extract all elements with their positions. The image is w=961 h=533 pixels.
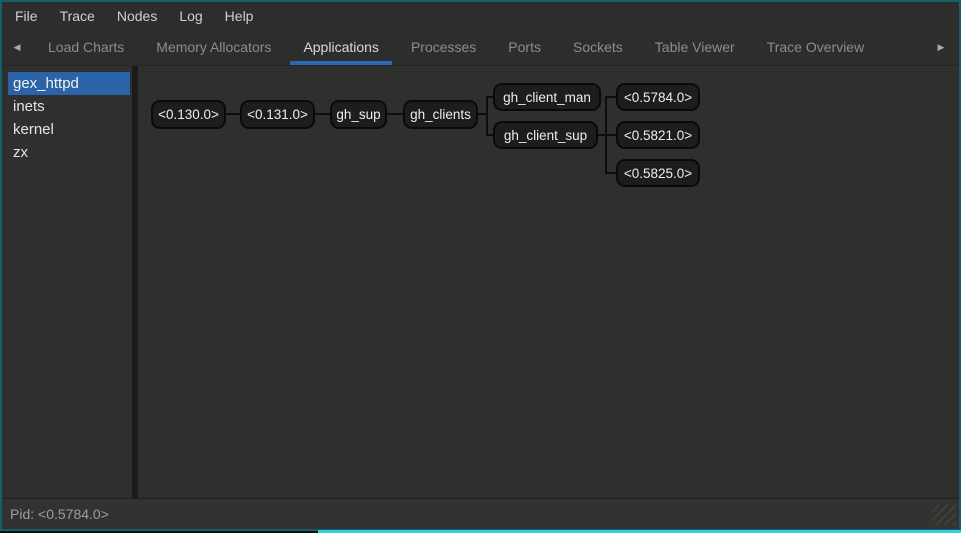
tab-memory-allocators[interactable]: Memory Allocators [140, 29, 287, 65]
tab-bar: ◀ Load Charts Memory Allocators Applicat… [2, 29, 959, 66]
tab-ports[interactable]: Ports [492, 29, 557, 65]
menu-nodes[interactable]: Nodes [106, 4, 168, 28]
menu-trace[interactable]: Trace [49, 4, 106, 28]
menu-bar: File Trace Nodes Log Help [2, 2, 959, 29]
tree-connector [486, 96, 488, 136]
right-triangle-icon: ▶ [938, 42, 945, 53]
tree-connector [605, 172, 616, 174]
tree-connector [605, 134, 616, 136]
status-pid-text: Pid: <0.5784.0> [10, 506, 109, 522]
status-bar: Pid: <0.5784.0> [2, 498, 959, 529]
app-list-item-zx[interactable]: zx [8, 141, 130, 164]
tree-connector [486, 134, 493, 136]
tab-processes[interactable]: Processes [395, 29, 492, 65]
tab-trace-overview[interactable]: Trace Overview [751, 29, 881, 65]
process-node[interactable]: gh_sup [330, 100, 387, 129]
process-node[interactable]: gh_clients [403, 100, 478, 129]
process-node[interactable]: <0.5825.0> [616, 159, 700, 187]
applications-panel: gex_httpd inets kernel zx [2, 66, 959, 498]
tree-connector [315, 113, 330, 115]
tab-scroll-right-button[interactable]: ▶ [923, 29, 959, 65]
process-node[interactable]: <0.5821.0> [616, 121, 700, 149]
process-node[interactable]: <0.5784.0> [616, 83, 700, 111]
observer-window: File Trace Nodes Log Help ◀ Load Charts … [0, 0, 961, 531]
window-body: File Trace Nodes Log Help ◀ Load Charts … [2, 2, 959, 529]
tree-connector [387, 113, 403, 115]
tab-scroll-left-button[interactable]: ◀ [2, 29, 32, 65]
menu-log[interactable]: Log [168, 4, 213, 28]
menu-file[interactable]: File [4, 4, 49, 28]
process-node[interactable]: <0.131.0> [240, 100, 315, 129]
app-list-item-kernel[interactable]: kernel [8, 118, 130, 141]
process-tree: <0.130.0> <0.131.0> gh_sup gh_clients gh… [141, 66, 959, 498]
tab-load-charts[interactable]: Load Charts [32, 29, 140, 65]
tab-sockets[interactable]: Sockets [557, 29, 639, 65]
tab-table-viewer[interactable]: Table Viewer [639, 29, 751, 65]
sidebar-scrollbar[interactable] [132, 66, 138, 498]
left-triangle-icon: ◀ [14, 42, 21, 53]
tab-applications[interactable]: Applications [287, 29, 395, 65]
process-node[interactable]: gh_client_sup [493, 121, 598, 149]
resize-grip-icon[interactable] [932, 505, 956, 525]
process-node[interactable]: gh_client_man [493, 83, 601, 111]
app-list-item-inets[interactable]: inets [8, 95, 130, 118]
menu-help[interactable]: Help [214, 4, 265, 28]
tree-connector [486, 96, 493, 98]
app-list-item-gex-httpd[interactable]: gex_httpd [8, 72, 130, 95]
tree-connector [226, 113, 240, 115]
tree-connector [605, 96, 616, 98]
application-list: gex_httpd inets kernel zx [8, 72, 130, 498]
process-node[interactable]: <0.130.0> [151, 100, 226, 129]
